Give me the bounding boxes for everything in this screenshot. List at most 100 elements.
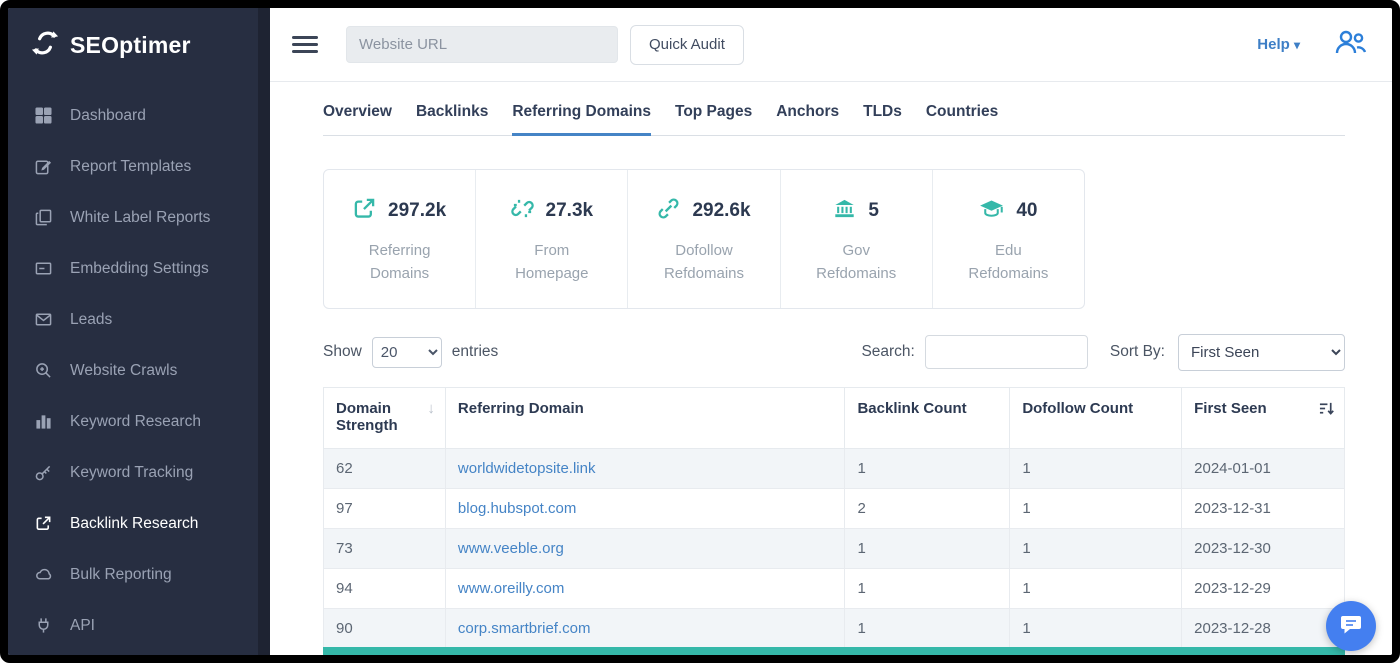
sidebar-item-dashboard[interactable]: Dashboard xyxy=(8,90,270,141)
cell-backlink-count: 2 xyxy=(845,488,1010,528)
bank-icon xyxy=(833,197,856,225)
chat-widget-button[interactable] xyxy=(1326,601,1376,651)
cloud-icon xyxy=(34,566,52,584)
sidebar-item-report-templates[interactable]: Report Templates xyxy=(8,141,270,192)
tab-countries[interactable]: Countries xyxy=(926,103,998,135)
cell-backlink-count: 1 xyxy=(845,448,1010,488)
sort-by-label: Sort By: xyxy=(1110,343,1165,361)
stat-label: Dofollow Refdomains xyxy=(649,239,759,286)
table-row[interactable]: 90 corp.smartbrief.com 1 1 2023-12-28 xyxy=(324,608,1345,648)
seoptimer-swoosh-icon xyxy=(30,28,60,63)
sidebar-item-keyword-research[interactable]: Keyword Research xyxy=(8,396,270,447)
sidebar-item-leads[interactable]: Leads xyxy=(8,294,270,345)
cell-first-seen: 2023-12-30 xyxy=(1182,528,1345,568)
sidebar-item-label: Keyword Research xyxy=(70,413,201,431)
sidebar-item-website-crawls[interactable]: Website Crawls xyxy=(8,345,270,396)
plug-icon xyxy=(34,617,52,635)
cell-domain-strength: 94 xyxy=(324,568,446,608)
sidebar-item-keyword-tracking[interactable]: Keyword Tracking xyxy=(8,447,270,498)
copy-pages-icon xyxy=(34,209,52,227)
cell-referring-domain: www.veeble.org xyxy=(445,528,845,568)
cell-referring-domain: corp.smartbrief.com xyxy=(445,608,845,648)
domain-link[interactable]: www.veeble.org xyxy=(458,540,564,557)
sidebar-item-label: API xyxy=(70,617,95,635)
search-plus-icon xyxy=(34,362,52,380)
cell-domain-strength: 97 xyxy=(324,488,446,528)
key-icon xyxy=(34,464,52,482)
sidebar-item-label: Report Templates xyxy=(70,158,191,176)
bar-chart-icon xyxy=(34,413,52,431)
referring-domains-table: Domain Strength ↓ Referring Domain Backl… xyxy=(323,387,1345,649)
cell-referring-domain: worldwidetopsite.link xyxy=(445,448,845,488)
column-header-referring-domain[interactable]: Referring Domain xyxy=(445,387,845,448)
sidebar-item-label: Dashboard xyxy=(70,107,146,125)
column-header-backlink-count[interactable]: Backlink Count xyxy=(845,387,1010,448)
quick-audit-button[interactable]: Quick Audit xyxy=(630,25,744,65)
tab-anchors[interactable]: Anchors xyxy=(776,103,839,135)
sidebar-nav: Dashboard Report Templates xyxy=(8,82,270,651)
cell-dofollow-count: 1 xyxy=(1010,528,1182,568)
sidebar-item-white-label-reports[interactable]: White Label Reports xyxy=(8,192,270,243)
tab-overview[interactable]: Overview xyxy=(323,103,392,135)
cell-dofollow-count: 1 xyxy=(1010,608,1182,648)
sidebar-scrollbar[interactable] xyxy=(258,8,270,655)
account-button[interactable] xyxy=(1334,29,1368,60)
topbar: Quick Audit Help ▾ xyxy=(270,8,1392,82)
brand-logo[interactable]: SEOptimer xyxy=(8,8,270,82)
stat-label: Edu Refdomains xyxy=(953,239,1063,286)
search-input[interactable] xyxy=(925,335,1088,369)
main-area: Quick Audit Help ▾ Overview Backlinks xyxy=(270,8,1392,655)
domain-link[interactable]: worldwidetopsite.link xyxy=(458,460,596,477)
sidebar-item-api[interactable]: API xyxy=(8,600,270,651)
cell-domain-strength: 90 xyxy=(324,608,446,648)
tab-backlinks[interactable]: Backlinks xyxy=(416,103,488,135)
domain-link[interactable]: www.oreilly.com xyxy=(458,580,564,597)
sidebar-item-backlink-research[interactable]: Backlink Research xyxy=(8,498,270,549)
app-window: SEOptimer Dashboard xyxy=(0,0,1400,663)
table-controls: Show 20 entries Search: Sort By: First S… xyxy=(323,334,1345,371)
column-header-first-seen[interactable]: First Seen xyxy=(1182,387,1345,448)
external-link-icon xyxy=(353,197,376,225)
hamburger-menu-icon[interactable] xyxy=(292,36,318,53)
stat-from-homepage: 27.3k From Homepage xyxy=(475,170,627,308)
cell-backlink-count: 1 xyxy=(845,608,1010,648)
stat-value: 297.2k xyxy=(388,200,446,222)
sort-amount-icon[interactable] xyxy=(1319,401,1334,420)
stat-dofollow-refdomains: 292.6k Dofollow Refdomains xyxy=(627,170,779,308)
cell-first-seen: 2024-01-01 xyxy=(1182,448,1345,488)
table-row[interactable]: 62 worldwidetopsite.link 1 1 2024-01-01 xyxy=(324,448,1345,488)
cell-dofollow-count: 1 xyxy=(1010,568,1182,608)
stat-value: 292.6k xyxy=(692,200,750,222)
cell-referring-domain: blog.hubspot.com xyxy=(445,488,845,528)
tab-tlds[interactable]: TLDs xyxy=(863,103,902,135)
table-row[interactable]: 94 www.oreilly.com 1 1 2023-12-29 xyxy=(324,568,1345,608)
stat-edu-refdomains: 40 Edu Refdomains xyxy=(932,170,1084,308)
sort-down-arrow-icon[interactable]: ↓ xyxy=(427,400,435,417)
column-header-dofollow-count[interactable]: Dofollow Count xyxy=(1010,387,1182,448)
domain-link[interactable]: corp.smartbrief.com xyxy=(458,620,591,637)
users-icon xyxy=(1334,29,1368,60)
broken-link-icon xyxy=(511,197,534,225)
sidebar-item-label: Bulk Reporting xyxy=(70,566,172,584)
table-row[interactable]: 97 blog.hubspot.com 2 1 2023-12-31 xyxy=(324,488,1345,528)
table-row[interactable]: 73 www.veeble.org 1 1 2023-12-30 xyxy=(324,528,1345,568)
sidebar-item-embedding-settings[interactable]: Embedding Settings xyxy=(8,243,270,294)
website-url-input[interactable] xyxy=(346,26,618,63)
sort-by-select[interactable]: First Seen xyxy=(1178,334,1345,371)
brand-name: SEOptimer xyxy=(70,32,191,59)
column-header-domain-strength[interactable]: Domain Strength ↓ xyxy=(324,387,446,448)
tab-top-pages[interactable]: Top Pages xyxy=(675,103,752,135)
report-tabs: Overview Backlinks Referring Domains Top… xyxy=(323,103,1345,136)
cell-backlink-count: 1 xyxy=(845,528,1010,568)
entries-label: entries xyxy=(452,343,499,361)
stat-label: Referring Domains xyxy=(345,239,455,286)
cell-domain-strength: 73 xyxy=(324,528,446,568)
stat-label: Gov Refdomains xyxy=(801,239,911,286)
tab-referring-domains[interactable]: Referring Domains xyxy=(512,103,651,136)
chevron-down-icon: ▾ xyxy=(1294,38,1300,52)
help-menu[interactable]: Help ▾ xyxy=(1257,36,1300,53)
sidebar-item-bulk-reporting[interactable]: Bulk Reporting xyxy=(8,549,270,600)
entries-select[interactable]: 20 xyxy=(372,337,442,368)
stat-gov-refdomains: 5 Gov Refdomains xyxy=(780,170,932,308)
domain-link[interactable]: blog.hubspot.com xyxy=(458,500,576,517)
